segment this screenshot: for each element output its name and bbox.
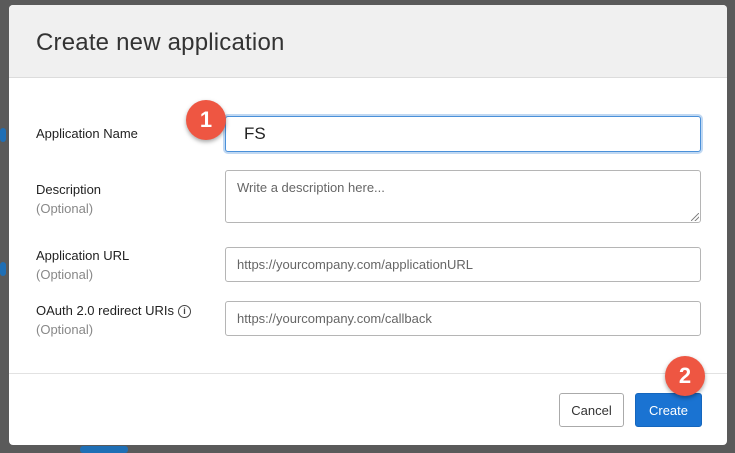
redirect-uris-input[interactable] — [225, 301, 701, 336]
redirect-uris-optional: (Optional) — [36, 322, 94, 337]
description-optional: (Optional) — [36, 201, 94, 216]
app-url-input[interactable] — [225, 247, 701, 282]
app-url-optional: (Optional) — [36, 267, 94, 282]
description-label-text: Description — [36, 182, 102, 197]
description-wrapper — [225, 170, 701, 223]
app-name-label: Application Name — [36, 126, 138, 141]
backdrop-element — [0, 128, 6, 142]
step-badge-2: 2 — [665, 356, 705, 396]
redirect-uris-label: OAuth 2.0 redirect URIs i (Optional) — [36, 303, 191, 337]
app-name-input[interactable] — [225, 116, 701, 152]
info-icon[interactable]: i — [178, 305, 191, 318]
cancel-button[interactable]: Cancel — [559, 393, 624, 427]
step-badge-1: 1 — [186, 100, 226, 140]
app-url-label-text: Application URL — [36, 248, 130, 263]
create-button[interactable]: Create — [635, 393, 702, 427]
resize-handle-icon[interactable] — [691, 213, 699, 221]
footer-divider — [9, 373, 727, 374]
dialog-title: Create new application — [36, 29, 285, 56]
dialog-header: Create new application — [9, 5, 727, 78]
backdrop-element — [0, 262, 6, 276]
backdrop-element — [80, 446, 128, 453]
app-url-label: Application URL (Optional) — [36, 248, 129, 282]
description-textarea[interactable] — [225, 170, 701, 223]
create-application-dialog: Create new application Application Name … — [9, 5, 727, 445]
redirect-uris-label-text: OAuth 2.0 redirect URIs — [36, 303, 174, 318]
description-label: Description (Optional) — [36, 182, 101, 216]
